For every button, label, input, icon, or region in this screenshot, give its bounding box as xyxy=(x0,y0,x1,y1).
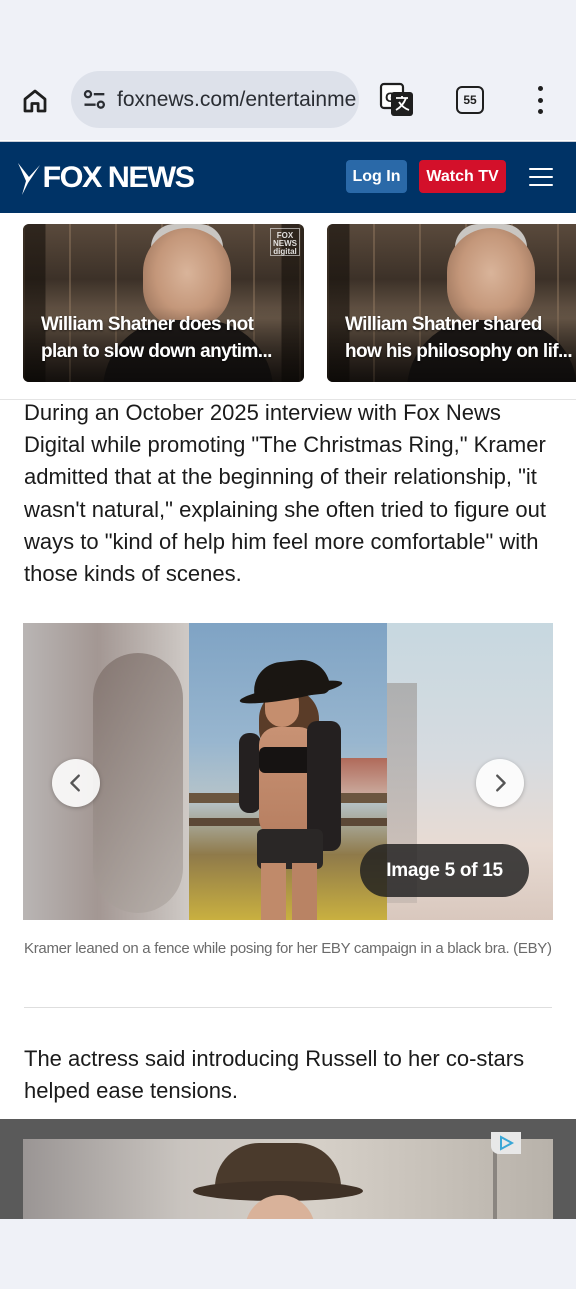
hamburger-menu-icon[interactable] xyxy=(529,168,553,186)
translate-button[interactable]: G xyxy=(379,82,415,118)
article-paragraph: The actress said introducing Russell to … xyxy=(24,1046,525,1104)
gallery-next-button[interactable] xyxy=(476,759,524,807)
fox-news-digital-watermark: FOX NEWS digital xyxy=(270,228,300,256)
gallery-main-image[interactable] xyxy=(189,623,387,920)
home-button[interactable] xyxy=(16,82,54,120)
url-bar[interactable]: foxnews.com/entertainme xyxy=(71,71,359,128)
tab-switcher-button[interactable]: 55 xyxy=(456,86,484,114)
browser-bottom-bar xyxy=(0,1219,576,1289)
browser-toolbar: foxnews.com/entertainme G 55 xyxy=(0,60,576,140)
video-card[interactable]: William Shatner shared how his philosoph… xyxy=(327,224,576,382)
article-paragraph: During an October 2025 interview with Fo… xyxy=(24,400,546,587)
video-carousel: FOX NEWS digital William Shatner does no… xyxy=(0,213,576,400)
tab-count: 55 xyxy=(463,93,477,107)
site-settings-icon[interactable] xyxy=(81,86,109,114)
fox-searchlight-icon xyxy=(18,163,40,195)
previous-image-preview xyxy=(23,623,189,920)
image-counter: Image 5 of 15 xyxy=(360,844,529,897)
home-icon xyxy=(23,89,47,113)
translate-icon: G xyxy=(379,82,413,116)
adchoices-icon[interactable] xyxy=(491,1132,521,1154)
site-header: FOX NEWS Log In Watch TV xyxy=(0,141,576,213)
video-card[interactable]: FOX NEWS digital William Shatner does no… xyxy=(23,224,304,382)
image-caption: Kramer leaned on a fence while posing fo… xyxy=(24,940,552,957)
url-text[interactable]: foxnews.com/entertainme xyxy=(117,88,356,112)
gallery-prev-button[interactable] xyxy=(52,759,100,807)
fox-news-logo[interactable]: FOX NEWS xyxy=(16,160,196,196)
more-vert-icon[interactable] xyxy=(528,84,552,116)
logo-text: FOX NEWS xyxy=(42,161,196,194)
ad-image[interactable] xyxy=(23,1139,553,1219)
svg-text:G: G xyxy=(385,89,396,105)
video-card-title: William Shatner does not plan to slow do… xyxy=(41,314,272,362)
advertisement[interactable] xyxy=(0,1119,576,1219)
chevron-left-icon xyxy=(70,774,80,792)
video-card-title: William Shatner shared how his philosoph… xyxy=(345,314,573,362)
divider xyxy=(24,1007,552,1008)
chevron-right-icon xyxy=(496,774,506,792)
login-button[interactable]: Log In xyxy=(346,160,407,193)
image-gallery[interactable]: Image 5 of 15 xyxy=(23,623,553,920)
watch-tv-button[interactable]: Watch TV xyxy=(419,160,506,193)
status-bar-area xyxy=(0,0,576,60)
